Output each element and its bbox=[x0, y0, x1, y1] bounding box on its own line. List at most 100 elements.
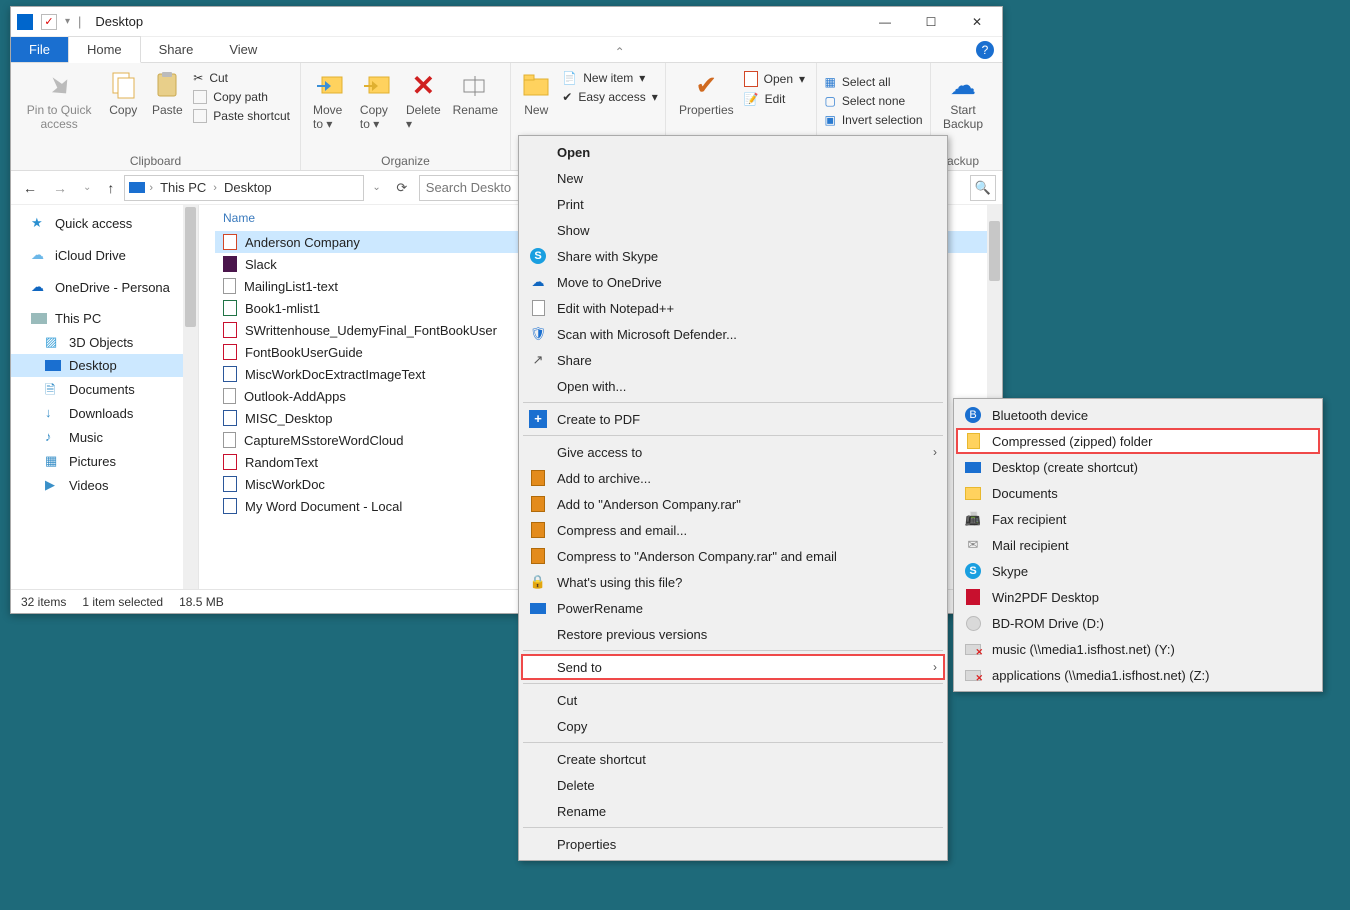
copy-button[interactable]: Copy bbox=[103, 67, 143, 119]
refresh-button[interactable]: ⟳ bbox=[389, 175, 415, 201]
nav-label: Downloads bbox=[69, 406, 133, 421]
menu-item[interactable]: music (\\media1.isfhost.net) (Y:) bbox=[956, 636, 1320, 662]
nav-3d-objects[interactable]: ▨3D Objects bbox=[11, 330, 198, 354]
menu-item[interactable]: SShare with Skype bbox=[521, 243, 945, 269]
chevron-right-icon[interactable]: › bbox=[213, 182, 217, 194]
nav-history-dropdown[interactable]: ⌄ bbox=[77, 178, 97, 197]
nav-music[interactable]: ♪Music bbox=[11, 425, 198, 449]
chevron-right-icon[interactable]: › bbox=[149, 182, 153, 194]
menu-item[interactable]: Add to archive... bbox=[521, 465, 945, 491]
minimize-button[interactable]: — bbox=[862, 7, 908, 37]
new-item-button[interactable]: 📄New item ▾ bbox=[560, 69, 659, 87]
search-button[interactable]: 🔍 bbox=[970, 175, 996, 201]
menu-item[interactable]: BD-ROM Drive (D:) bbox=[956, 610, 1320, 636]
paste-shortcut-button[interactable]: Paste shortcut bbox=[191, 107, 292, 125]
nav-forward-button[interactable]: → bbox=[47, 176, 73, 200]
edit-button[interactable]: 📝Edit bbox=[742, 90, 807, 108]
delete-button[interactable]: ✕Delete ▾ bbox=[402, 67, 445, 133]
menu-item[interactable]: Properties bbox=[521, 831, 945, 857]
titlebar-quick-checkbox[interactable]: ✓ bbox=[41, 14, 57, 30]
select-none-button[interactable]: ▢Select none bbox=[822, 92, 924, 110]
menu-item[interactable]: Show bbox=[521, 217, 945, 243]
new-folder-button[interactable]: New bbox=[516, 67, 556, 119]
collapse-ribbon-icon[interactable]: ⌃ bbox=[615, 45, 625, 59]
help-icon[interactable]: ? bbox=[976, 41, 994, 59]
menu-item[interactable]: Open bbox=[521, 139, 945, 165]
menu-item[interactable]: New bbox=[521, 165, 945, 191]
move-to-button[interactable]: Move to ▾ bbox=[309, 67, 352, 133]
address-dropdown-icon[interactable]: ⌄ bbox=[368, 182, 384, 193]
search-input[interactable]: Search Deskto bbox=[419, 175, 519, 201]
menu-item[interactable]: Win2PDF Desktop bbox=[956, 584, 1320, 610]
menu-item[interactable]: Compressed (zipped) folder bbox=[956, 428, 1320, 454]
nav-documents[interactable]: 🗎Documents bbox=[11, 377, 198, 401]
menu-item[interactable]: ↗Share bbox=[521, 347, 945, 373]
menu-item[interactable]: applications (\\media1.isfhost.net) (Z:) bbox=[956, 662, 1320, 688]
start-backup-button[interactable]: ☁Start Backup bbox=[939, 67, 987, 133]
nav-quick-access[interactable]: ★Quick access bbox=[11, 211, 198, 235]
menu-item[interactable]: Rename bbox=[521, 798, 945, 824]
nav-downloads[interactable]: ↓Downloads bbox=[11, 401, 198, 425]
menu-item[interactable]: Restore previous versions bbox=[521, 621, 945, 647]
tab-file[interactable]: File bbox=[11, 37, 68, 62]
nav-this-pc[interactable]: This PC bbox=[11, 307, 198, 330]
menu-item[interactable]: Documents bbox=[956, 480, 1320, 506]
music-icon: ♪ bbox=[45, 429, 61, 445]
breadcrumb-desktop[interactable]: Desktop bbox=[221, 180, 275, 195]
menu-item[interactable]: Desktop (create shortcut) bbox=[956, 454, 1320, 480]
address-bar[interactable]: › This PC › Desktop bbox=[124, 175, 364, 201]
rename-button[interactable]: Rename bbox=[449, 67, 502, 119]
nav-back-button[interactable]: ← bbox=[17, 176, 43, 200]
tab-home[interactable]: Home bbox=[68, 36, 141, 63]
netdrv-icon bbox=[964, 666, 982, 684]
copy-path-button[interactable]: Copy path bbox=[191, 88, 292, 106]
menu-item[interactable]: BBluetooth device bbox=[956, 402, 1320, 428]
breadcrumb-thispc[interactable]: This PC bbox=[157, 180, 209, 195]
titlebar-dropdown-icon[interactable]: ▾ bbox=[65, 16, 70, 27]
new-item-icon: 📄 bbox=[562, 71, 577, 85]
copy-to-button[interactable]: Copy to ▾ bbox=[356, 67, 398, 133]
scissors-icon: ✂ bbox=[193, 71, 203, 85]
menu-item[interactable]: Copy bbox=[521, 713, 945, 739]
nav-onedrive[interactable]: ☁OneDrive - Persona bbox=[11, 275, 198, 299]
properties-button[interactable]: ✔Properties bbox=[675, 67, 738, 119]
menu-item[interactable]: Delete bbox=[521, 772, 945, 798]
nav-desktop[interactable]: Desktop bbox=[11, 354, 198, 377]
open-button[interactable]: Open ▾ bbox=[742, 69, 807, 89]
paste-button[interactable]: Paste bbox=[147, 67, 187, 119]
menu-item[interactable]: Open with... bbox=[521, 373, 945, 399]
menu-item[interactable]: ☁Move to OneDrive bbox=[521, 269, 945, 295]
navpane-scrollbar[interactable] bbox=[183, 205, 198, 589]
easy-access-button[interactable]: ✔Easy access ▾ bbox=[560, 88, 659, 106]
menu-item[interactable]: Compress to "Anderson Company.rar" and e… bbox=[521, 543, 945, 569]
menu-item[interactable]: Send to› bbox=[521, 654, 945, 680]
menu-item[interactable]: 🔒What's using this file? bbox=[521, 569, 945, 595]
menu-item[interactable]: Give access to› bbox=[521, 439, 945, 465]
menu-item[interactable]: Create shortcut bbox=[521, 746, 945, 772]
nav-videos[interactable]: ▶Videos bbox=[11, 473, 198, 497]
menu-item[interactable]: 📠Fax recipient bbox=[956, 506, 1320, 532]
file-name: MISC_Desktop bbox=[245, 411, 332, 426]
menu-item[interactable]: Cut bbox=[521, 687, 945, 713]
close-button[interactable]: ✕ bbox=[954, 7, 1000, 37]
menu-item[interactable]: ✉Mail recipient bbox=[956, 532, 1320, 558]
pin-label: Pin to Quick access bbox=[23, 103, 95, 131]
invert-selection-button[interactable]: ▣Invert selection bbox=[822, 111, 924, 129]
nav-pictures[interactable]: ▦Pictures bbox=[11, 449, 198, 473]
nav-icloud-drive[interactable]: ☁iCloud Drive bbox=[11, 243, 198, 267]
select-all-button[interactable]: ▦Select all bbox=[822, 73, 924, 91]
maximize-button[interactable]: ☐ bbox=[908, 7, 954, 37]
pin-to-quick-access-button[interactable]: Pin to Quick access bbox=[19, 67, 99, 133]
menu-item[interactable]: PowerRename bbox=[521, 595, 945, 621]
menu-item[interactable]: Add to "Anderson Company.rar" bbox=[521, 491, 945, 517]
menu-item[interactable]: Print bbox=[521, 191, 945, 217]
menu-item[interactable]: 🛡Scan with Microsoft Defender... bbox=[521, 321, 945, 347]
nav-up-button[interactable]: ↑ bbox=[101, 176, 120, 200]
menu-item[interactable]: Compress and email... bbox=[521, 517, 945, 543]
menu-item[interactable]: SSkype bbox=[956, 558, 1320, 584]
menu-item[interactable]: +Create to PDF bbox=[521, 406, 945, 432]
tab-share[interactable]: Share bbox=[141, 37, 212, 62]
tab-view[interactable]: View bbox=[211, 37, 275, 62]
menu-item[interactable]: Edit with Notepad++ bbox=[521, 295, 945, 321]
cut-button[interactable]: ✂Cut bbox=[191, 69, 292, 87]
